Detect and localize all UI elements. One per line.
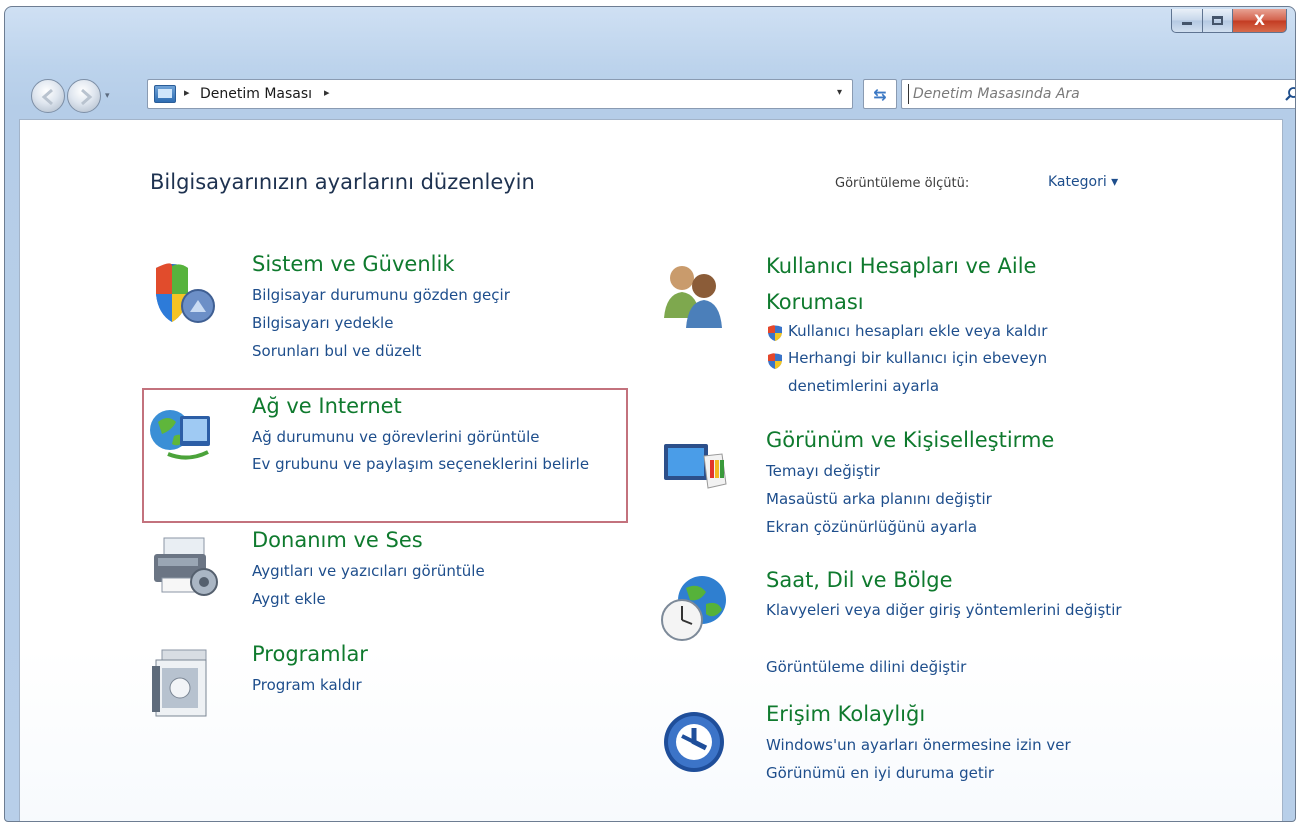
forward-button[interactable]: [67, 79, 101, 113]
recent-pages-dropdown[interactable]: ▾: [105, 91, 110, 101]
category-title[interactable]: Programlar: [252, 642, 368, 666]
link-change-desktop-background[interactable]: Masaüstü arka planını değiştir: [766, 490, 992, 508]
link-uninstall-program[interactable]: Program kaldır: [252, 676, 362, 694]
address-bar[interactable]: ▸ Denetim Masası ▸ ▾: [147, 79, 853, 109]
link-view-network-status[interactable]: Ağ durumunu ve görevlerini görüntüle: [252, 428, 540, 446]
breadcrumb-control-panel[interactable]: Denetim Masası: [200, 86, 312, 102]
maximize-icon: [1212, 16, 1223, 25]
refresh-icon: ⇆: [873, 84, 887, 104]
link-view-devices-printers[interactable]: Aygıtları ve yazıcıları görüntüle: [252, 562, 485, 580]
control-panel-icon: [154, 85, 176, 103]
view-by-label: Görüntüleme ölçütü:: [835, 176, 970, 191]
link-optimize-visual-display[interactable]: Görünümü en iyi duruma getir: [766, 764, 994, 782]
close-button[interactable]: X: [1233, 9, 1287, 33]
link-homegroup-sharing[interactable]: Ev grubunu ve paylaşım seçeneklerini bel…: [252, 450, 612, 478]
minimize-button[interactable]: [1171, 9, 1203, 33]
link-change-display-language[interactable]: Görüntüleme dilini değiştir: [766, 658, 966, 676]
category-title[interactable]: Görünüm ve Kişiselleştirme: [766, 428, 1054, 452]
view-by-dropdown[interactable]: Kategori ▾: [1048, 174, 1118, 190]
content-pane: Bilgisayarınızın ayarlarını düzenleyin G…: [19, 119, 1283, 821]
address-dropdown-icon[interactable]: ▾: [837, 87, 842, 98]
maximize-button[interactable]: [1203, 9, 1233, 33]
search-box[interactable]: [901, 79, 1296, 109]
uac-shield-icon: [768, 353, 782, 369]
breadcrumb-separator-icon[interactable]: ▸: [184, 86, 190, 99]
close-icon: X: [1254, 12, 1265, 29]
category-title[interactable]: Saat, Dil ve Bölge: [766, 568, 953, 592]
uac-shield-icon: [768, 325, 782, 341]
personalization-icon: [664, 444, 727, 489]
programs-icon: [152, 649, 207, 717]
link-change-theme[interactable]: Temayı değiştir: [766, 462, 880, 480]
breadcrumb-separator-icon[interactable]: ▸: [324, 86, 330, 99]
navigation-bar: ▾ ▸ Denetim Masası ▸ ▾ ⇆: [23, 75, 1295, 113]
category-title[interactable]: Ağ ve Internet: [252, 394, 402, 418]
caption-buttons: X: [1171, 9, 1287, 33]
link-add-device[interactable]: Aygıt ekle: [252, 590, 326, 608]
ease-of-access-icon: [664, 712, 724, 772]
search-input[interactable]: [908, 84, 1268, 104]
category-title[interactable]: Donanım ve Ses: [252, 528, 423, 552]
link-parental-controls[interactable]: Herhangi bir kullanıcı için ebeveyn dene…: [788, 344, 1128, 400]
link-troubleshoot[interactable]: Sorunları bul ve düzelt: [252, 342, 421, 360]
forward-arrow-icon: [81, 88, 93, 106]
link-let-windows-suggest[interactable]: Windows'un ayarları önermesine izin ver: [766, 736, 1071, 754]
link-check-computer-status[interactable]: Bilgisayar durumunu gözden geçir: [252, 286, 510, 304]
security-shield-icon: [156, 263, 215, 323]
minimize-icon: [1182, 22, 1192, 25]
network-globe-icon: [150, 410, 210, 460]
refresh-button[interactable]: ⇆: [863, 79, 897, 109]
control-panel-window: X ▾ ▸ Denetim Masası ▸ ▾ ⇆ Bil: [4, 6, 1296, 822]
link-adjust-screen-resolution[interactable]: Ekran çözünürlüğünü ayarla: [766, 518, 977, 536]
page-title: Bilgisayarınızın ayarlarını düzenleyin: [150, 170, 535, 194]
users-icon: [664, 266, 722, 328]
category-title[interactable]: Erişim Kolaylığı: [766, 702, 925, 726]
link-change-keyboards[interactable]: Klavyeleri veya diğer giriş yöntemlerini…: [766, 596, 1126, 624]
link-add-remove-accounts[interactable]: Kullanıcı hesapları ekle veya kaldır: [788, 322, 1047, 340]
back-button[interactable]: [31, 79, 65, 113]
back-arrow-icon: [41, 88, 53, 106]
printer-icon: [154, 537, 218, 596]
link-backup-computer[interactable]: Bilgisayarı yedekle: [252, 314, 393, 332]
category-title[interactable]: Kullanıcı Hesapları ve Aile Koruması: [766, 248, 1096, 320]
category-title[interactable]: Sistem ve Güvenlik: [252, 252, 454, 276]
clock-globe-icon: [661, 576, 726, 641]
search-icon[interactable]: [1284, 86, 1296, 102]
